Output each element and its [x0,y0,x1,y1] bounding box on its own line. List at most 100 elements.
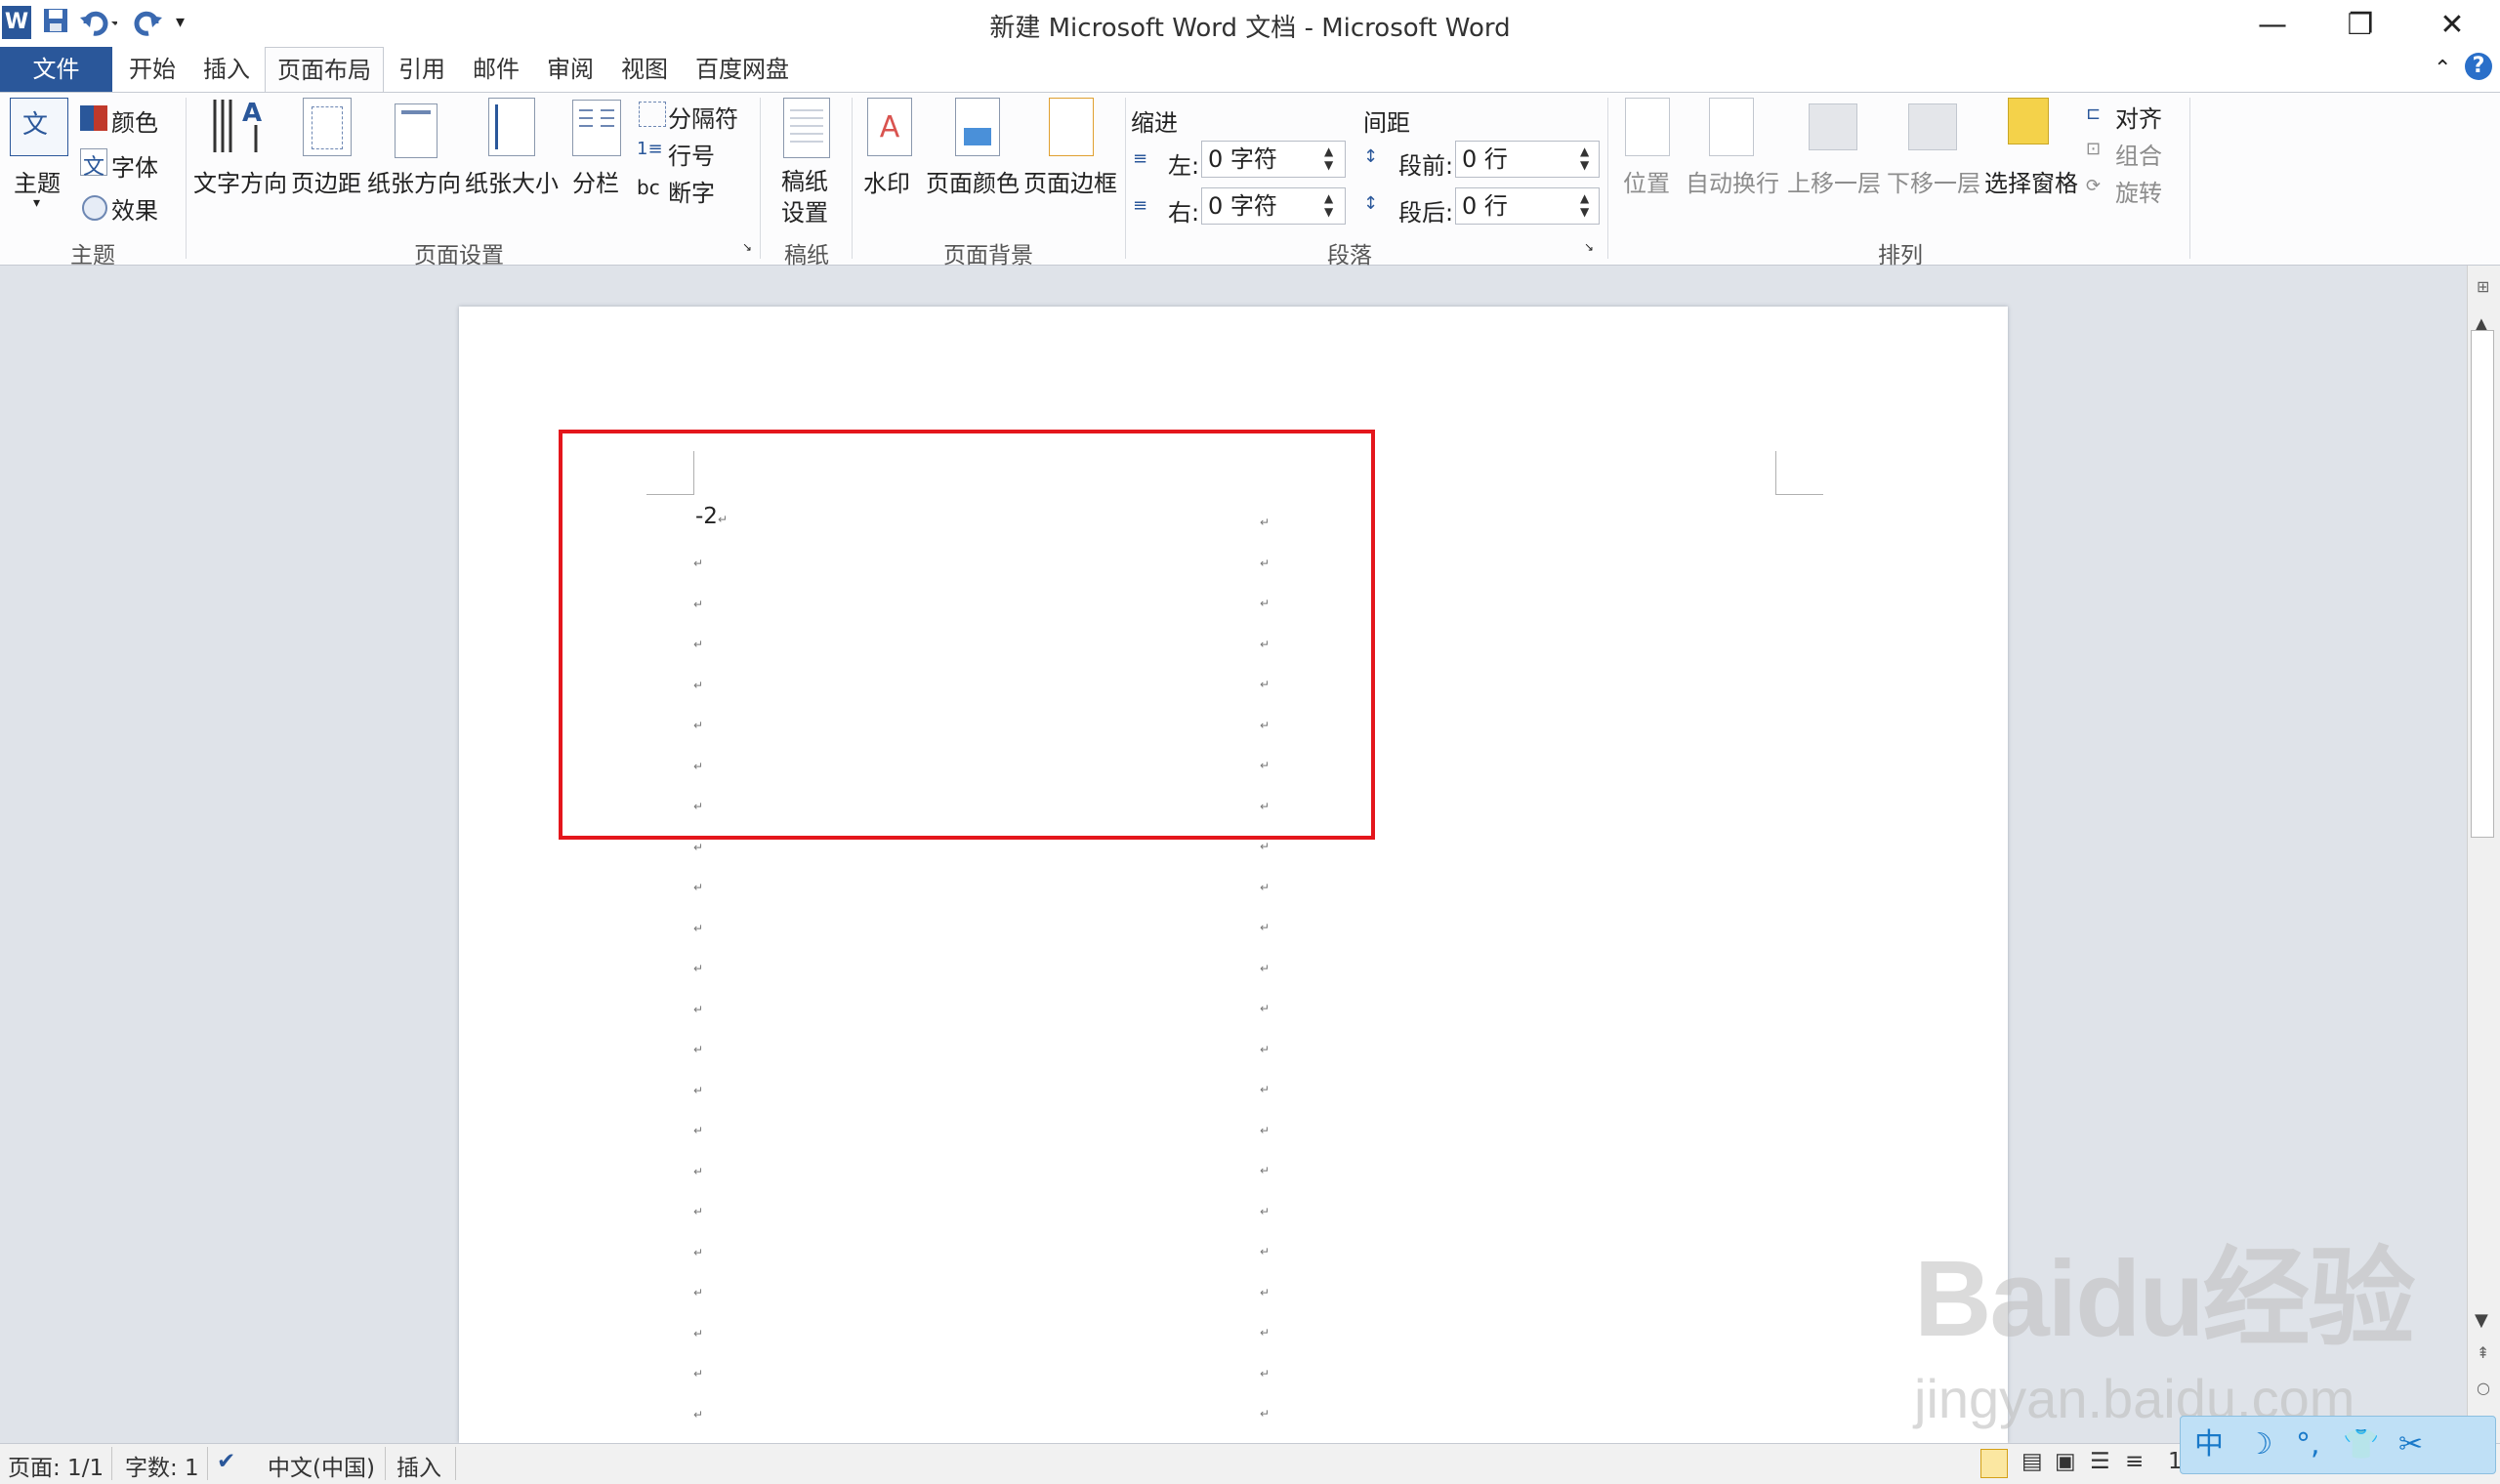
browse-object-icon[interactable]: ○ [2477,1379,2490,1397]
dialog-launcher-icon[interactable]: ↘ [1584,240,1594,254]
page-color-button[interactable]: 页面颜色 [926,164,1020,198]
group-objects-icon: ⊡ [2086,139,2102,159]
group-label-arrange: 排列 [1878,243,1923,268]
tab-insert[interactable]: 插入 [191,47,262,92]
ruler-toggle-icon[interactable]: ⊞ [2477,277,2489,296]
wrap-text-button[interactable]: 自动换行 [1686,164,1779,198]
selection-pane-icon [2008,98,2049,144]
ime-punctuation-icon[interactable]: °, [2296,1427,2320,1462]
spacing-before-label: 段前: [1398,152,1454,180]
previous-page-icon[interactable]: ⇞ [2477,1343,2489,1362]
paragraph-mark-icon: ↵ [1260,880,1271,894]
group-separator [2189,98,2190,259]
hyphenation-button[interactable]: 断字 [668,174,715,208]
status-page[interactable]: 页面: 1/1 [8,1449,104,1482]
send-backward-button[interactable]: 下移一层 [1887,164,1980,198]
ime-mode-label[interactable]: 中 [2194,1427,2224,1462]
tab-references[interactable]: 引用 [387,47,457,92]
tab-view[interactable]: 视图 [609,47,680,92]
baidu-watermark-logo: Baidu经验 [1914,1239,2416,1359]
ime-moon-icon[interactable]: ☽ [2247,1427,2273,1462]
ime-tools-icon[interactable]: ✂ [2398,1427,2423,1462]
paragraph-mark-icon: ↵ [1260,1245,1271,1258]
scrollbar-thumb[interactable] [2471,330,2494,838]
line-numbers-button[interactable]: 行号 [668,137,715,171]
spin-arrows-icon[interactable]: ▲ ▼ [1324,144,1333,172]
spacing-before-field[interactable]: 0 行 [1455,141,1600,178]
orientation-button[interactable]: 纸张方向 [367,164,461,198]
spin-arrows-icon[interactable]: ▲ ▼ [1580,144,1589,172]
size-button[interactable]: 纸张大小 [465,164,559,198]
dialog-launcher-icon[interactable]: ↘ [742,240,752,254]
paragraph-mark-icon: ↵ [693,1245,704,1259]
spin-arrows-icon[interactable]: ▲ ▼ [1580,191,1589,219]
size-icon [488,98,535,156]
spacing-after-label: 段后: [1398,199,1454,227]
columns-icon [572,100,621,156]
group-label-background: 页面背景 [943,243,1033,268]
margins-icon [303,98,352,156]
group-objects-button[interactable]: 组合 [2115,137,2162,171]
effects-button[interactable]: 效果 [111,191,158,226]
spin-arrows-icon[interactable]: ▲ ▼ [1324,191,1333,219]
paragraph-mark-icon: ↵ [1260,1123,1271,1137]
group-separator [186,98,187,259]
outline-icon[interactable]: ☰ [2090,1449,2110,1474]
proofing-icon[interactable]: ✔ [217,1449,235,1474]
group-label-theme: 主题 [70,243,115,268]
themes-button[interactable]: 主题 [14,164,61,198]
draft-setup-button-line2[interactable]: 设置 [781,193,828,227]
paragraph-mark-icon: ↵ [1260,1083,1271,1096]
text-direction-icon: A [209,96,268,160]
breaks-button[interactable]: 分隔符 [668,100,738,134]
indent-right-label: 右: [1168,199,1200,227]
draft-setup-button[interactable]: 稿纸 [781,162,828,196]
minimize-icon[interactable]: — [2229,0,2316,51]
ime-shirt-icon[interactable]: 👕 [2343,1427,2379,1462]
scroll-down-icon[interactable]: ▼ [2475,1310,2488,1331]
watermark-icon: A [867,98,912,156]
paragraph-mark-icon: ↵ [693,1286,704,1299]
colors-button[interactable]: 颜色 [111,103,158,138]
paragraph-mark-icon: ↵ [1260,961,1271,975]
position-button[interactable]: 位置 [1623,164,1670,198]
help-icon[interactable]: ? [2465,53,2492,80]
tab-file[interactable]: 文件 [0,47,112,92]
status-word-count[interactable]: 字数: 1 [125,1449,199,1482]
spacing-title: 间距 [1363,109,1410,137]
rotate-icon: ⟳ [2086,176,2102,196]
bring-forward-button[interactable]: 上移一层 [1787,164,1881,198]
tab-baidu-netdisk[interactable]: 百度网盘 [684,47,801,92]
paragraph-mark-icon: ↵ [693,1407,704,1422]
watermark-button[interactable]: 水印 [863,164,910,198]
selection-pane-button[interactable]: 选择窗格 [1984,164,2078,198]
send-backward-icon [1908,103,1957,150]
draft-view-icon[interactable]: ≡ [2125,1449,2144,1474]
spacing-after-icon: ↕ [1363,193,1379,214]
status-language[interactable]: 中文(中国) [268,1449,375,1482]
restore-icon[interactable]: ❐ [2316,0,2404,51]
group-separator [1125,98,1126,259]
text-direction-button[interactable]: 文字方向 [193,164,287,198]
paragraph-mark-icon: ↵ [693,1002,704,1016]
rotate-button[interactable]: 旋转 [2115,174,2162,208]
tab-home[interactable]: 开始 [117,47,188,92]
tab-mailings[interactable]: 邮件 [461,47,531,92]
align-button[interactable]: 对齐 [2115,100,2162,134]
margins-button[interactable]: 页边距 [291,164,361,198]
themes-icon[interactable]: 文 [10,98,68,156]
columns-button[interactable]: 分栏 [572,164,619,198]
highlight-box [559,430,1375,840]
close-icon[interactable]: ✕ [2408,0,2496,51]
page-borders-button[interactable]: 页面边框 [1023,164,1117,198]
full-screen-reading-icon[interactable]: ▤ [2021,1449,2043,1474]
spacing-after-field[interactable]: 0 行 [1455,187,1600,225]
ime-toolbar[interactable]: 中 ☽ °, 👕 ✂ [2180,1416,2496,1474]
web-layout-icon[interactable]: ▣ [2055,1449,2076,1474]
ribbon-collapse-icon[interactable]: ⌃ [2434,57,2451,81]
tab-page-layout[interactable]: 页面布局 [265,47,384,93]
fonts-button[interactable]: 字体 [111,148,158,183]
print-layout-icon[interactable] [1980,1449,2008,1478]
tab-review[interactable]: 审阅 [535,47,605,92]
status-insert-mode[interactable]: 插入 [396,1449,441,1482]
